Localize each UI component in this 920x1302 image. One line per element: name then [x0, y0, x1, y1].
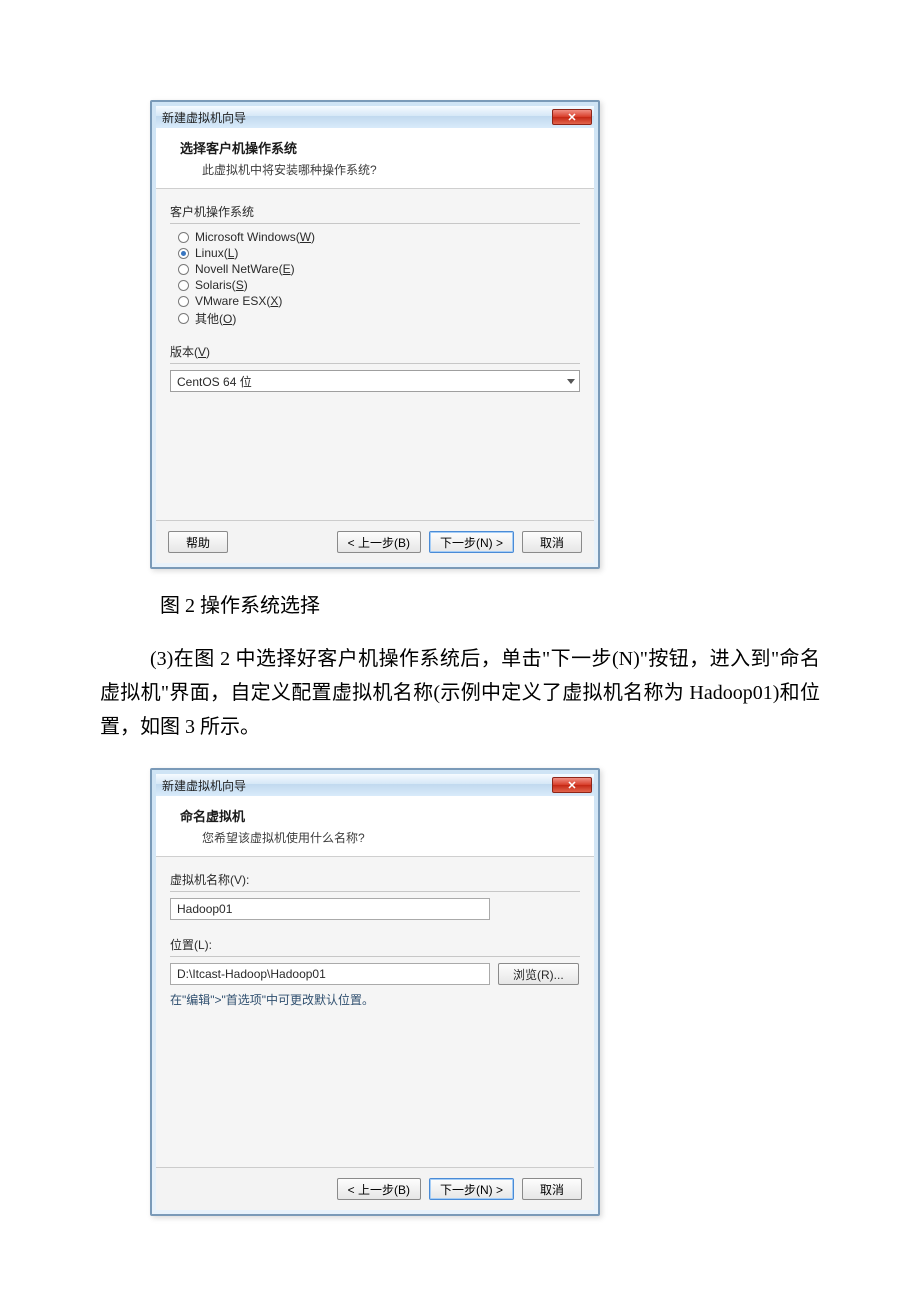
figure-2-caption: 图 2 操作系统选择 [160, 589, 820, 618]
titlebar: 新建虚拟机向导 ✕ [156, 106, 594, 128]
next-button[interactable]: 下一步(N) > [429, 531, 514, 553]
version-select[interactable]: CentOS 64 位 [170, 370, 580, 392]
wizard-header: 选择客户机操作系统 此虚拟机中将安装哪种操作系统? [156, 128, 594, 189]
divider [170, 223, 580, 224]
radio-icon [178, 232, 189, 243]
radio-label: Novell NetWare(E) [195, 262, 295, 276]
titlebar: 新建虚拟机向导 ✕ [156, 774, 594, 796]
radio-other[interactable]: 其他(O) [170, 310, 580, 327]
radio-label: VMware ESX(X) [195, 294, 282, 308]
wizard-header-subtitle: 您希望该虚拟机使用什么名称? [202, 829, 544, 846]
wizard-header-title: 选择客户机操作系统 [180, 138, 544, 157]
close-icon[interactable]: ✕ [552, 109, 592, 125]
cancel-button[interactable]: 取消 [522, 1178, 582, 1200]
divider [170, 363, 580, 364]
wizard-header: 命名虚拟机 您希望该虚拟机使用什么名称? [156, 796, 594, 857]
wizard-header-subtitle: 此虚拟机中将安装哪种操作系统? [202, 161, 544, 178]
divider [170, 956, 580, 957]
vm-name-label: 虚拟机名称(V): [170, 871, 580, 888]
wizard-footer: < 上一步(B) 下一步(N) > 取消 [156, 1167, 594, 1210]
wizard-body: 客户机操作系统 Microsoft Windows(W) Linux(L) [156, 189, 594, 520]
browse-button[interactable]: 浏览(R)... [498, 963, 579, 985]
radio-icon [178, 264, 189, 275]
radio-icon [178, 296, 189, 307]
back-button[interactable]: < 上一步(B) [337, 1178, 421, 1200]
version-label: 版本(V) [170, 343, 580, 360]
vm-location-input-value: D:\Itcast-Hadoop\Hadoop01 [177, 967, 326, 981]
radio-solaris[interactable]: Solaris(S) [170, 278, 580, 292]
radio-linux[interactable]: Linux(L) [170, 246, 580, 260]
radio-label: Microsoft Windows(W) [195, 230, 315, 244]
chevron-down-icon [567, 379, 575, 384]
wizard-body: 虚拟机名称(V): Hadoop01 位置(L): D:\Itcast-Hado… [156, 857, 594, 1167]
cancel-button[interactable]: 取消 [522, 531, 582, 553]
next-button[interactable]: 下一步(N) > [429, 1178, 514, 1200]
back-button[interactable]: < 上一步(B) [337, 531, 421, 553]
vm-name-input[interactable]: Hadoop01 [170, 898, 490, 920]
wizard-footer: 帮助 < 上一步(B) 下一步(N) > 取消 [156, 520, 594, 563]
close-icon[interactable]: ✕ [552, 777, 592, 793]
version-select-value: CentOS 64 位 [177, 373, 252, 390]
default-location-note: 在"编辑">"首选项"中可更改默认位置。 [170, 991, 580, 1008]
radio-windows[interactable]: Microsoft Windows(W) [170, 230, 580, 244]
guest-os-label: 客户机操作系统 [170, 203, 580, 220]
wizard-header-title: 命名虚拟机 [180, 806, 544, 825]
radio-vmware-esx[interactable]: VMware ESX(X) [170, 294, 580, 308]
wizard-dialog-name-vm: 新建虚拟机向导 ✕ 命名虚拟机 您希望该虚拟机使用什么名称? 虚拟机名称(V):… [150, 768, 600, 1216]
vm-name-input-value: Hadoop01 [177, 902, 232, 916]
radio-icon [178, 280, 189, 291]
window-title: 新建虚拟机向导 [162, 109, 246, 126]
paragraph-step-3: (3)在图 2 中选择好客户机操作系统后，单击"下一步(N)"按钮，进入到"命名… [100, 642, 820, 744]
vm-location-input[interactable]: D:\Itcast-Hadoop\Hadoop01 [170, 963, 490, 985]
radio-icon [178, 248, 189, 259]
help-button[interactable]: 帮助 [168, 531, 228, 553]
wizard-dialog-os-select: 新建虚拟机向导 ✕ 选择客户机操作系统 此虚拟机中将安装哪种操作系统? 客户机操… [150, 100, 600, 569]
radio-label: 其他(O) [195, 310, 236, 327]
window-title: 新建虚拟机向导 [162, 777, 246, 794]
radio-netware[interactable]: Novell NetWare(E) [170, 262, 580, 276]
divider [170, 891, 580, 892]
vm-location-label: 位置(L): [170, 936, 580, 953]
radio-label: Linux(L) [195, 246, 238, 260]
radio-label: Solaris(S) [195, 278, 248, 292]
radio-icon [178, 313, 189, 324]
